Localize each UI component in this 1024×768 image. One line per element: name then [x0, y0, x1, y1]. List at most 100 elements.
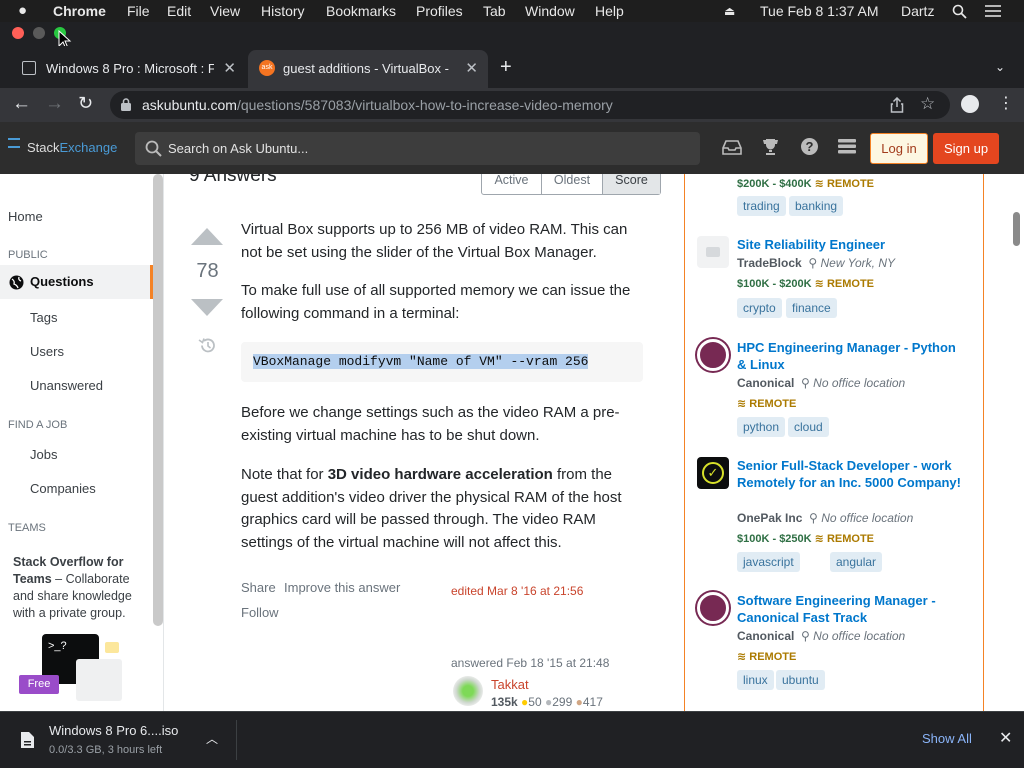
- achievements-trophy-icon[interactable]: [761, 138, 780, 156]
- spotlight-search-icon[interactable]: [952, 4, 967, 19]
- nav-home[interactable]: Home: [8, 209, 43, 224]
- job-remote: ≋ REMOTE: [737, 398, 797, 410]
- chrome-menu-icon[interactable]: ⋮: [998, 93, 1014, 113]
- nav-questions[interactable]: Questions: [0, 265, 153, 299]
- control-center-icon[interactable]: [984, 4, 1002, 18]
- job-title-link[interactable]: HPC Engineering Manager - Python & Linux: [737, 339, 967, 373]
- signup-button[interactable]: Sign up: [933, 133, 999, 164]
- job-title-link[interactable]: Senior Full-Stack Developer - work Remot…: [737, 457, 967, 491]
- download-options-chevron-icon[interactable]: ︿: [206, 730, 218, 747]
- search-icon: [145, 140, 162, 157]
- menu-view[interactable]: View: [210, 3, 240, 19]
- profile-avatar-icon[interactable]: [961, 95, 979, 113]
- share-link[interactable]: Share: [241, 580, 276, 595]
- menu-edit[interactable]: Edit: [167, 3, 191, 19]
- menu-profiles[interactable]: Profiles: [416, 3, 463, 19]
- inbox-icon[interactable]: [722, 139, 742, 155]
- sort-score-tab[interactable]: Score: [603, 174, 660, 194]
- upvote-arrow-icon[interactable]: [191, 228, 223, 245]
- bookmark-star-icon[interactable]: ☆: [920, 94, 935, 114]
- menu-window[interactable]: Window: [525, 3, 575, 19]
- show-all-downloads-button[interactable]: Show All: [922, 731, 972, 746]
- nav-unanswered[interactable]: Unanswered: [30, 378, 103, 393]
- menubar-user[interactable]: Dartz: [901, 3, 934, 19]
- address-bar[interactable]: askubuntu.com/questions/587083/virtualbo…: [110, 91, 950, 119]
- code-command[interactable]: VBoxManage modifyvm "Name of VM" --vram …: [253, 354, 589, 369]
- lock-icon[interactable]: [121, 98, 131, 111]
- menu-bookmarks[interactable]: Bookmarks: [326, 3, 396, 19]
- tab-title: guest additions - VirtualBox -: [283, 61, 449, 76]
- vote-count: 78: [196, 260, 219, 282]
- user-name-link[interactable]: Takkat: [491, 677, 529, 692]
- improve-answer-link[interactable]: Improve this answer: [284, 580, 400, 595]
- close-tab-icon[interactable]: ✕: [223, 59, 236, 77]
- stackexchange-logo[interactable]: StackExchange: [27, 140, 117, 155]
- menu-app-chrome[interactable]: Chrome: [53, 3, 106, 19]
- job-salary: $100K - $250K ≋ REMOTE: [737, 533, 875, 545]
- job-tag[interactable]: finance: [786, 298, 837, 318]
- job-company: Canonical ⚲ No office location: [737, 629, 906, 643]
- edited-timestamp-link[interactable]: edited Mar 8 '16 at 21:56: [451, 584, 583, 598]
- job-tag[interactable]: angular: [830, 552, 883, 572]
- menu-history[interactable]: History: [261, 3, 305, 19]
- location-pin-icon: ⚲: [809, 511, 818, 525]
- page-scrollbar[interactable]: [1013, 212, 1020, 246]
- jobs-sidebar: $200K - $400K ≋ REMOTE trading banking S…: [684, 174, 984, 711]
- user-avatar[interactable]: [453, 676, 483, 706]
- sort-oldest-tab[interactable]: Oldest: [542, 174, 603, 194]
- remote-wifi-icon: ≋: [814, 533, 824, 545]
- sidebar-scrollbar[interactable]: [153, 174, 163, 626]
- follow-link[interactable]: Follow: [241, 605, 279, 620]
- url-text[interactable]: askubuntu.com/questions/587083/virtualbo…: [142, 97, 613, 113]
- sort-active-tab[interactable]: Active: [482, 174, 542, 194]
- menu-help[interactable]: Help: [595, 3, 624, 19]
- close-download-shelf-icon[interactable]: ✕: [999, 728, 1012, 748]
- tab-guest-additions[interactable]: ask guest additions - VirtualBox - ✕: [248, 50, 488, 88]
- menubar-clock[interactable]: Tue Feb 8 1:37 AM: [760, 3, 879, 19]
- close-window-button[interactable]: [12, 27, 24, 39]
- nav-jobs[interactable]: Jobs: [30, 447, 57, 462]
- menu-tab[interactable]: Tab: [483, 3, 506, 19]
- job-tag[interactable]: python: [737, 417, 786, 437]
- tab-search-chevron-icon[interactable]: ⌄: [995, 60, 1005, 74]
- job-tag[interactable]: banking: [789, 196, 844, 216]
- job-tag[interactable]: cloud: [788, 417, 829, 437]
- location-pin-icon: ⚲: [801, 376, 810, 390]
- teams-promo: Stack Overflow for Teams – Collaborate a…: [0, 541, 153, 711]
- menu-file[interactable]: File: [127, 3, 150, 19]
- tab-windows-8-pro[interactable]: Windows 8 Pro : Microsoft : Fre ✕: [8, 50, 246, 88]
- site-search-input[interactable]: Search on Ask Ubuntu...: [135, 132, 700, 165]
- eject-icon[interactable]: ⏏: [724, 4, 735, 18]
- code-block[interactable]: VBoxManage modifyvm "Name of VM" --vram …: [241, 342, 643, 382]
- forward-arrow-icon[interactable]: →: [45, 93, 64, 115]
- job-tag[interactable]: javascript: [737, 552, 800, 572]
- back-arrow-icon[interactable]: ←: [12, 93, 31, 115]
- close-tab-icon[interactable]: ✕: [465, 59, 478, 77]
- minimize-window-button[interactable]: [33, 27, 45, 39]
- job-tag[interactable]: linux: [737, 670, 774, 690]
- job-title-link[interactable]: Site Reliability Engineer: [737, 236, 967, 253]
- location-pin-icon: ⚲: [808, 256, 818, 270]
- apple-menu-icon[interactable]: ●: [18, 2, 27, 19]
- login-button[interactable]: Log in: [870, 133, 928, 164]
- reload-icon[interactable]: ↻: [78, 93, 93, 114]
- revision-history-icon[interactable]: [198, 336, 217, 355]
- job-title-link[interactable]: Software Engineering Manager - Canonical…: [737, 592, 967, 626]
- archive-favicon-icon: [22, 61, 36, 75]
- downvote-arrow-icon[interactable]: [191, 299, 223, 316]
- share-icon[interactable]: [890, 97, 904, 113]
- help-icon[interactable]: ?: [801, 138, 818, 155]
- job-tag[interactable]: crypto: [737, 298, 782, 318]
- job-company: Canonical ⚲ No office location: [737, 376, 906, 390]
- nav-tags[interactable]: Tags: [30, 310, 57, 325]
- nav-users[interactable]: Users: [30, 344, 64, 359]
- site-switcher-icon[interactable]: [838, 138, 856, 155]
- remote-wifi-icon: ≋: [737, 398, 747, 410]
- stackexchange-logo-icon[interactable]: [8, 138, 20, 148]
- job-tag[interactable]: ubuntu: [776, 670, 825, 690]
- download-item[interactable]: Windows 8 Pro 6....iso 0.0/3.3 GB, 3 hou…: [0, 712, 236, 768]
- new-tab-icon[interactable]: +: [500, 56, 512, 79]
- job-tag[interactable]: trading: [737, 196, 786, 216]
- nav-companies[interactable]: Companies: [30, 481, 96, 496]
- answer-paragraph-4: Note that for 3D video hardware accelera…: [241, 466, 622, 551]
